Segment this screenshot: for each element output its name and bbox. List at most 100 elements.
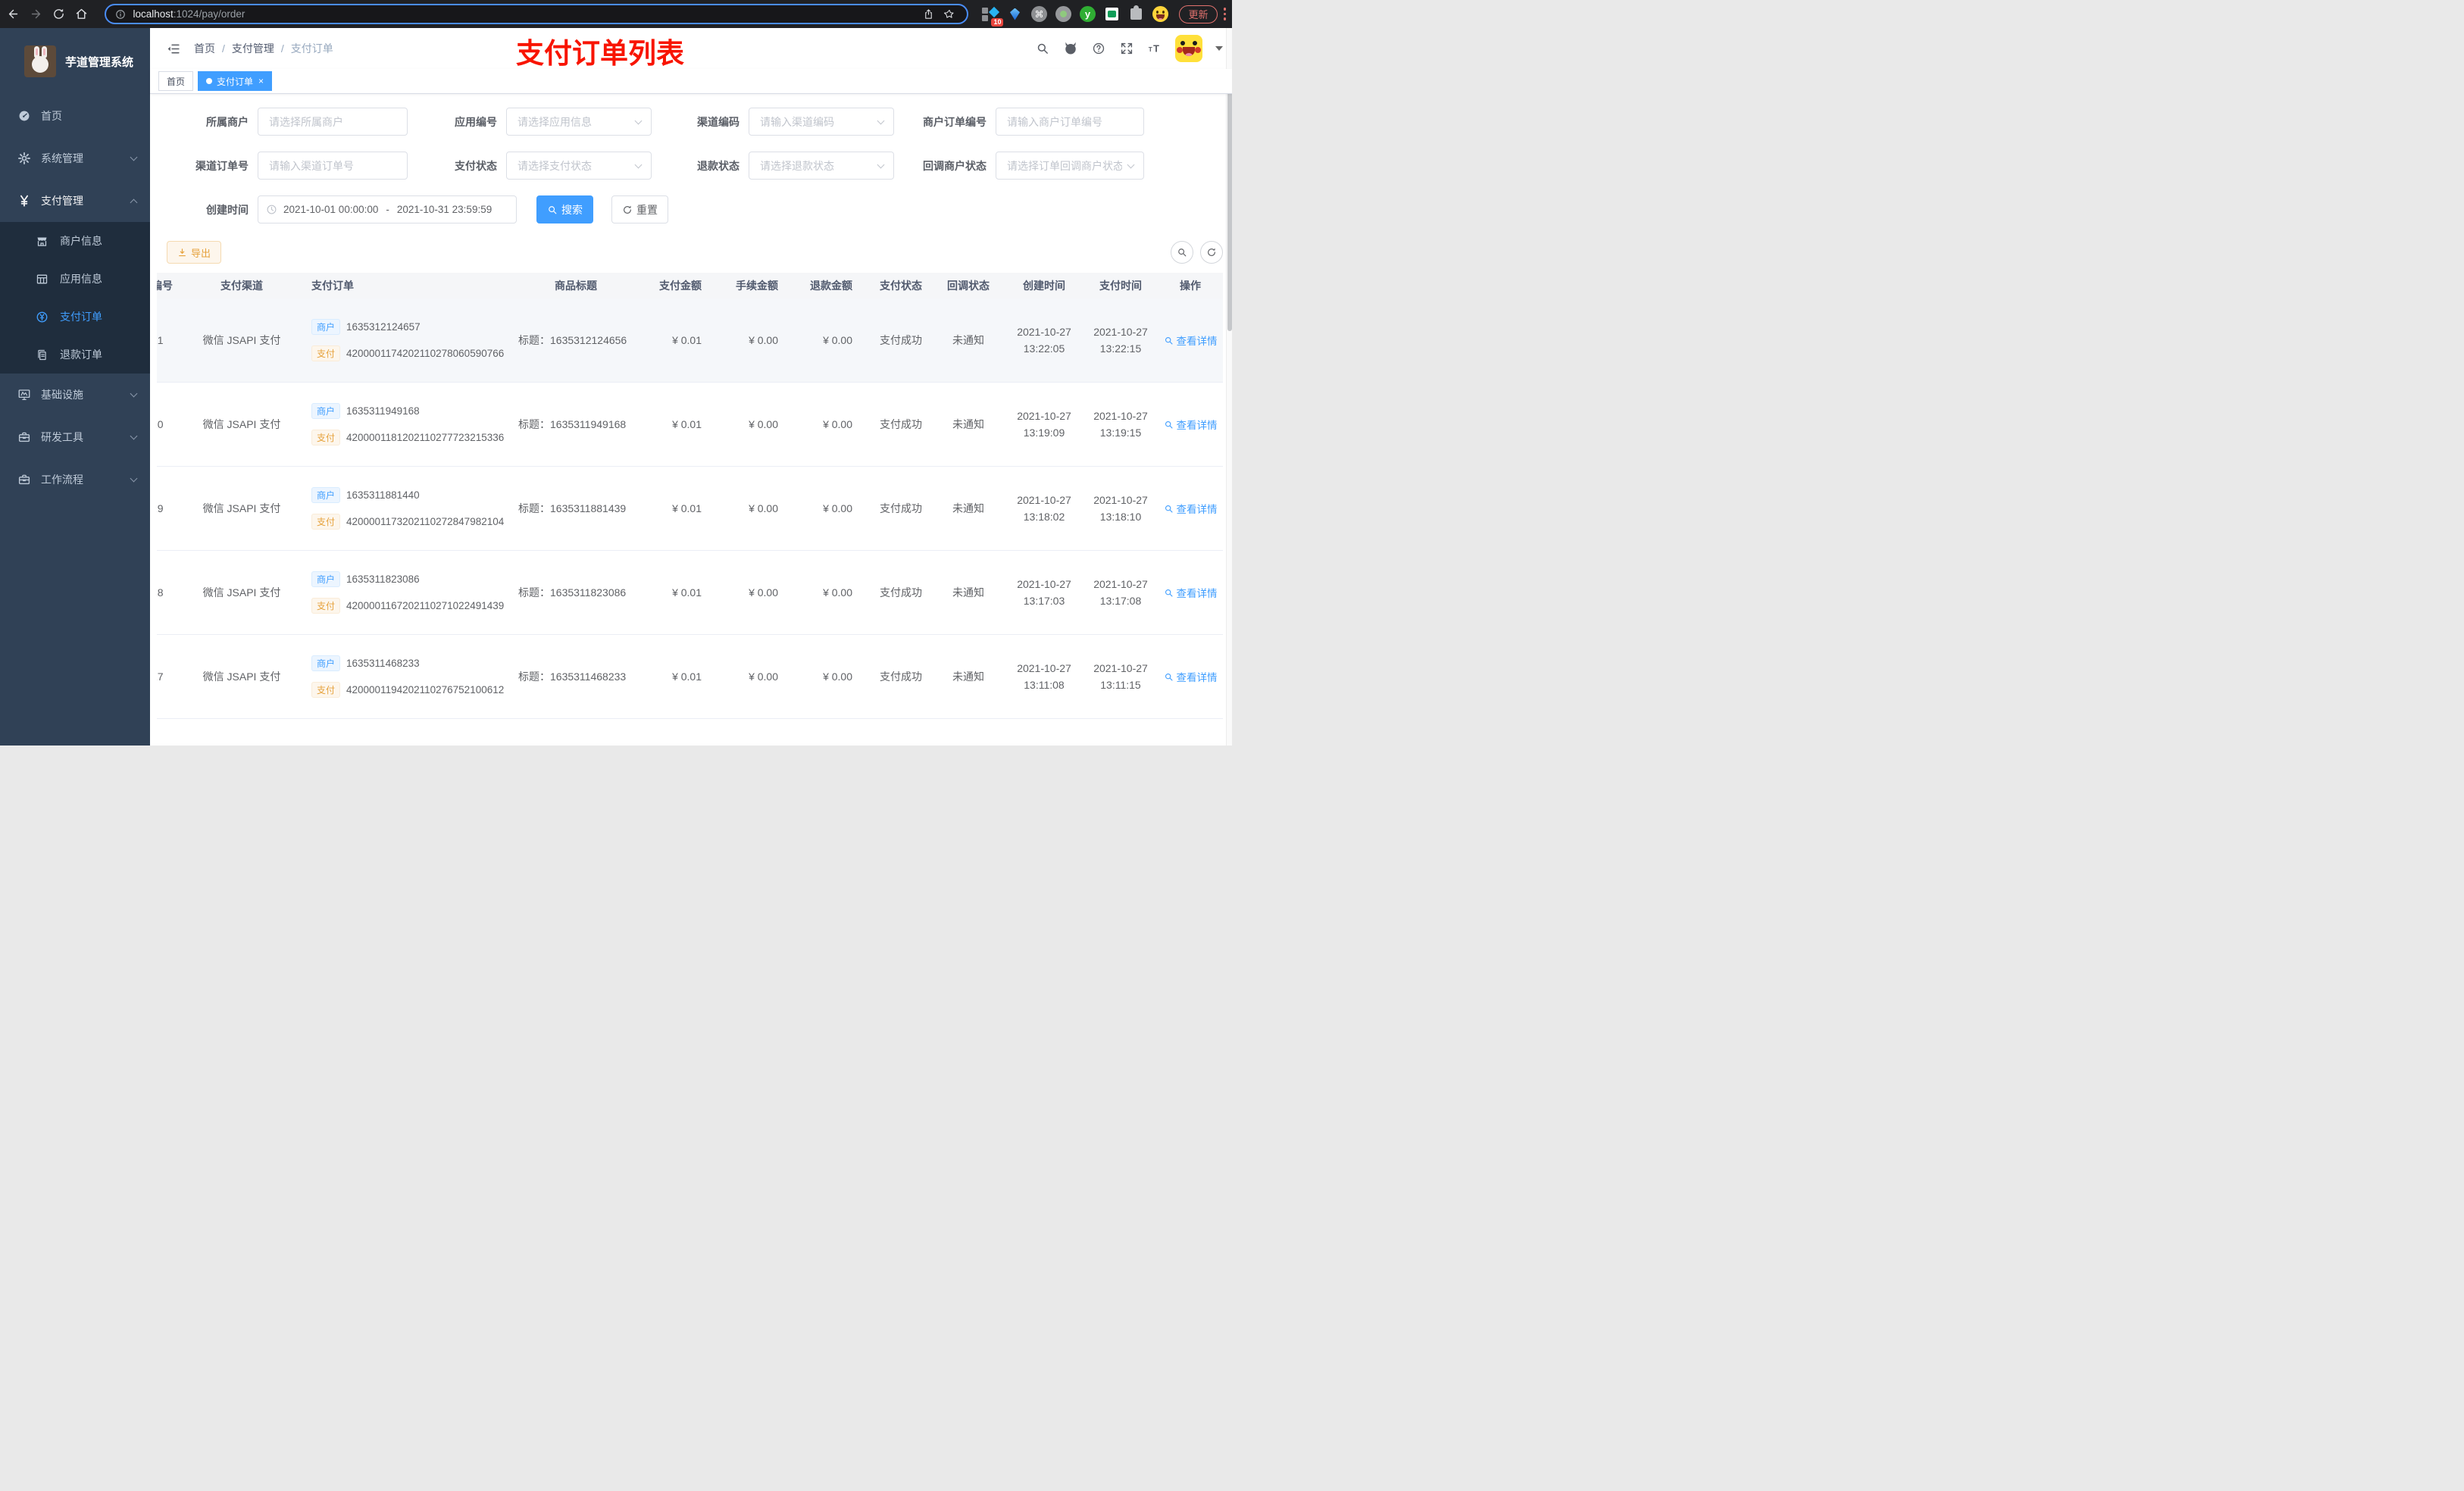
browser-back-button[interactable]: [2, 4, 24, 25]
table-row: 18 微信 JSAPI 支付 商户1635311823086 支付4200001…: [157, 551, 1223, 635]
app-title: 芋道管理系统: [65, 55, 134, 69]
browser-forward-button[interactable]: [24, 4, 47, 25]
shop-icon: [35, 234, 49, 248]
magnifier-icon: [1164, 336, 1174, 345]
sidebar-item-merchant-info[interactable]: 商户信息: [0, 222, 150, 260]
view-detail-link[interactable]: 查看详情: [1164, 585, 1218, 600]
view-detail-link[interactable]: 查看详情: [1164, 501, 1218, 516]
notify-status: 未通知: [952, 502, 984, 514]
app-label: 应用编号: [455, 115, 497, 128]
chevron-down-icon: [130, 432, 138, 440]
extension-icon-1[interactable]: 10: [982, 6, 1004, 27]
reset-button[interactable]: 重置: [611, 195, 668, 223]
search-button[interactable]: 搜索: [536, 195, 593, 223]
tab-close-icon[interactable]: ×: [258, 77, 264, 86]
sidebar-item-home[interactable]: 首页: [0, 95, 150, 137]
notify-status-select[interactable]: [996, 152, 1144, 180]
merchant-label: 所属商户: [206, 115, 249, 128]
search-icon[interactable]: [1035, 41, 1050, 56]
app-select[interactable]: [506, 108, 652, 136]
channel-order-no-label: 渠道订单号: [195, 159, 249, 172]
address-bar[interactable]: localhost:1024/pay/order: [105, 4, 969, 24]
pay-tag: 支付: [311, 682, 341, 698]
browser-menu-icon[interactable]: [1223, 8, 1226, 20]
chevron-down-icon: [130, 474, 138, 483]
sidebar-fold-icon[interactable]: [165, 40, 182, 57]
merchant-order-no-input[interactable]: [996, 108, 1144, 136]
yen-icon: [17, 193, 32, 208]
breadcrumb-payment[interactable]: 支付管理: [232, 41, 274, 56]
merchant-tag: 商户: [311, 487, 341, 503]
view-detail-link[interactable]: 查看详情: [1164, 417, 1218, 432]
extension-toolbar: 10 ⌘ y: [982, 5, 1168, 27]
pay-status: 支付成功: [880, 418, 922, 430]
notify-status: 未通知: [952, 670, 984, 683]
browser-reload-button[interactable]: [47, 4, 70, 25]
sidebar-item-workflow[interactable]: 工作流程: [0, 458, 150, 501]
scrollbar-thumb[interactable]: [1227, 89, 1232, 331]
notify-status: 未通知: [952, 334, 984, 346]
clock-icon: [266, 204, 277, 215]
chevron-up-icon: [130, 198, 138, 206]
sidebar-item-infrastructure[interactable]: 基础设施: [0, 374, 150, 416]
breadcrumb-current: 支付订单: [290, 42, 333, 55]
sidebar-item-refund-order[interactable]: 退款订单: [0, 336, 150, 374]
refund-status-select[interactable]: [749, 152, 894, 180]
site-info-icon[interactable]: [115, 9, 126, 20]
extension-icon-y[interactable]: y: [1079, 6, 1096, 23]
extension-icon-chat[interactable]: [1103, 6, 1120, 23]
circled-yen-icon: [35, 310, 49, 324]
screen: localhost:1024/pay/order 10 ⌘ y 更新 芋道管理系…: [0, 0, 1232, 746]
share-icon[interactable]: [918, 6, 938, 23]
merchant-order-no-label: 商户订单编号: [923, 115, 987, 128]
export-button[interactable]: 导出: [167, 241, 222, 264]
refresh-button[interactable]: [1200, 241, 1223, 264]
extension-badge: 10: [991, 17, 1004, 27]
sidebar-item-pay-order[interactable]: 支付订单: [0, 298, 150, 336]
table-row: 20 微信 JSAPI 支付 商户1635311949168 支付4200001…: [157, 383, 1223, 467]
app-logo: [24, 45, 56, 77]
extension-icon-2[interactable]: [1006, 6, 1023, 23]
browser-update-button[interactable]: 更新: [1179, 5, 1218, 23]
extension-icon-emoji[interactable]: [1152, 6, 1168, 23]
pay-tag: 支付: [311, 345, 341, 361]
breadcrumb-home[interactable]: 首页: [194, 41, 215, 56]
github-icon[interactable]: [1063, 41, 1078, 56]
view-detail-link[interactable]: 查看详情: [1164, 669, 1218, 684]
tab-home[interactable]: 首页: [158, 71, 194, 91]
sidebar-item-dev-tools[interactable]: 研发工具: [0, 416, 150, 458]
channel-order-no-input[interactable]: [258, 152, 408, 180]
merchant-select[interactable]: [258, 108, 408, 136]
sidebar-item-payment[interactable]: 支付管理: [0, 180, 150, 222]
search-icon: [1177, 247, 1187, 258]
user-menu-caret-icon[interactable]: [1215, 46, 1223, 51]
table-row: 19 微信 JSAPI 支付 商户1635311881440 支付4200001…: [157, 467, 1223, 551]
font-size-icon[interactable]: [1147, 41, 1162, 56]
sidebar-item-system[interactable]: 系统管理: [0, 137, 150, 180]
magnifier-icon: [1164, 672, 1174, 682]
order-table: 编号 支付渠道 支付订单 商品标题 支付金额 手续金额 退款金额 支付状态 回调…: [157, 273, 1223, 746]
fullscreen-icon[interactable]: [1119, 41, 1134, 56]
bookmark-star-icon[interactable]: [938, 6, 958, 23]
pay-tag: 支付: [311, 598, 341, 614]
toggle-search-button[interactable]: [1171, 241, 1193, 264]
payment-submenu: 商户信息 应用信息 支付订单 退款订单: [0, 222, 150, 374]
merchant-tag: 商户: [311, 403, 341, 419]
tab-pay-order[interactable]: 支付订单 ×: [198, 71, 273, 91]
browser-home-button[interactable]: [70, 4, 92, 25]
magnifier-icon: [1164, 420, 1174, 430]
help-icon[interactable]: [1091, 41, 1106, 56]
extension-icon-3[interactable]: [1055, 6, 1071, 23]
view-detail-link[interactable]: 查看详情: [1164, 333, 1218, 348]
puzzle-icon[interactable]: [1127, 5, 1144, 23]
extension-icon-cmd[interactable]: ⌘: [1030, 6, 1047, 23]
sidebar-item-app-info[interactable]: 应用信息: [0, 260, 150, 298]
channel-code-select[interactable]: [749, 108, 894, 136]
top-bar: 首页 / 支付管理 / 支付订单 支付订单列表: [150, 28, 1232, 69]
date-range-input[interactable]: 2021-10-01 00:00:00 - 2021-10-31 23:59:5…: [258, 195, 517, 223]
briefcase-icon: [17, 472, 32, 487]
avatar[interactable]: [1175, 35, 1202, 62]
chevron-down-icon: [130, 153, 138, 161]
pay-status-select[interactable]: [506, 152, 652, 180]
monitor-icon: [17, 387, 32, 402]
